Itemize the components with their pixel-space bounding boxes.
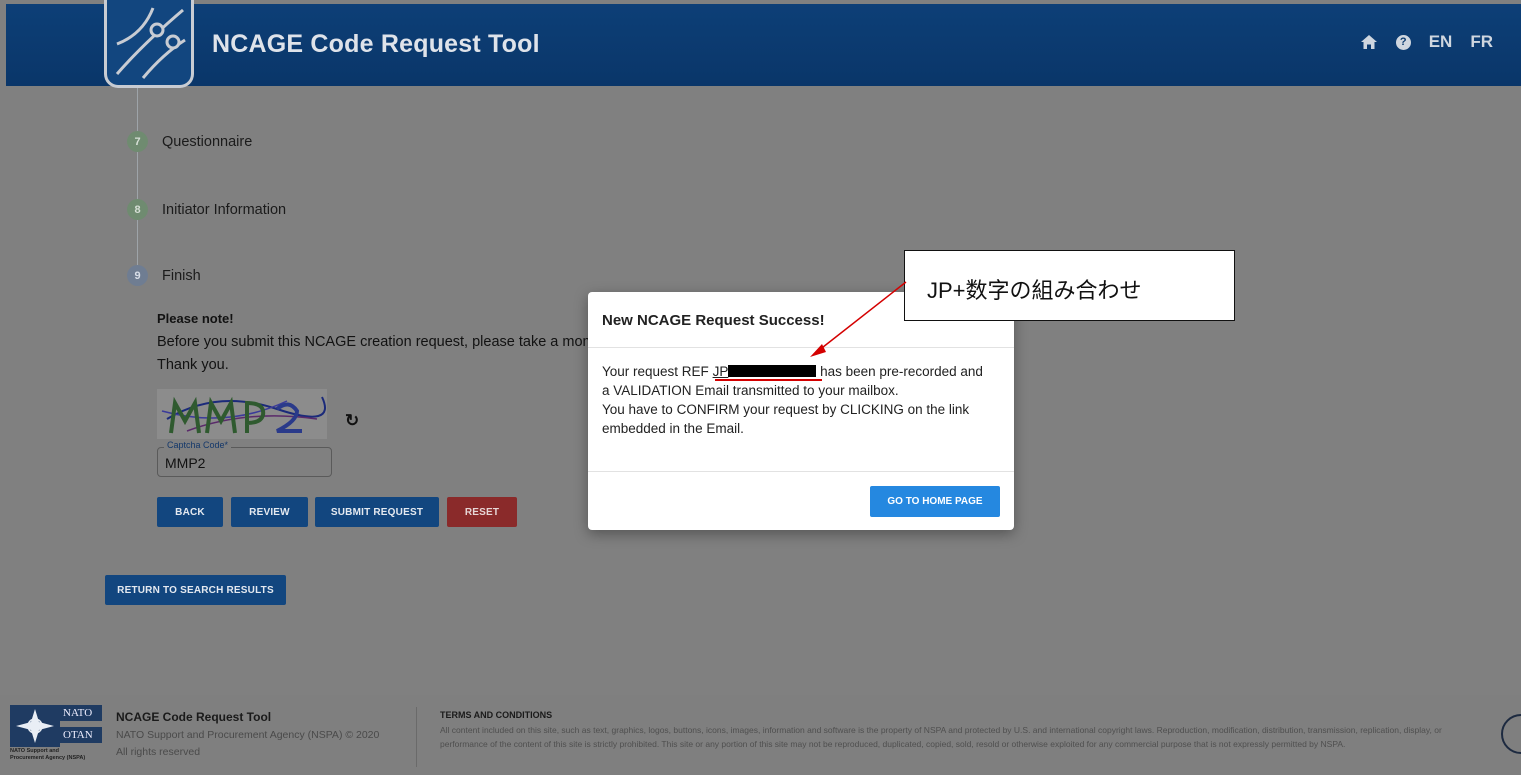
annotation-arrow-icon xyxy=(810,281,907,357)
